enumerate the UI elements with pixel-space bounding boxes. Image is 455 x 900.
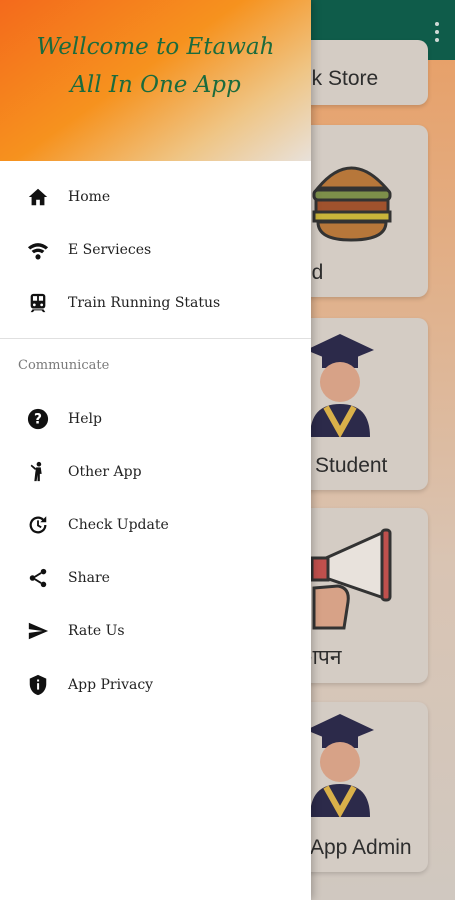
navigation-drawer: Wellcome to Etawah All In One App Home E… (0, 0, 311, 900)
menu-item-rate-us[interactable]: Rate Us (0, 605, 311, 657)
card-label: ok Store (300, 67, 379, 90)
send-icon (26, 619, 50, 643)
wifi-icon (26, 238, 50, 262)
share-icon (26, 566, 50, 590)
menu-item-help[interactable]: ? Help (0, 393, 311, 445)
menu-item-label: Home (68, 189, 111, 205)
train-icon (26, 291, 50, 315)
section-label-communicate: Communicate (18, 358, 110, 373)
menu-item-label: Train Running Status (68, 295, 221, 311)
drawer-title-line-1: Wellcome to Etawah (36, 34, 275, 60)
menu-item-label: Check Update (68, 517, 169, 533)
admin-icon (306, 714, 374, 817)
divider (0, 338, 311, 339)
shield-icon (26, 673, 50, 697)
card-label: App Admin (310, 836, 412, 859)
menu-item-label: Help (68, 411, 102, 427)
menu-item-train-status[interactable]: Train Running Status (0, 277, 311, 329)
person-icon (26, 460, 50, 484)
svg-text:?: ? (34, 412, 42, 428)
menu-item-label: E Servieces (68, 242, 152, 258)
update-icon (26, 513, 50, 537)
home-icon (26, 185, 50, 209)
menu-item-app-privacy[interactable]: App Privacy (0, 659, 311, 711)
megaphone-icon (310, 528, 392, 630)
menu-item-other-app[interactable]: Other App (0, 446, 311, 498)
menu-item-label: Share (68, 570, 110, 586)
menu-item-e-services[interactable]: E Servieces (0, 224, 311, 276)
menu-item-label: Rate Us (68, 623, 125, 639)
student-icon (306, 334, 374, 437)
card-label: Student (315, 454, 388, 477)
drawer-title: Wellcome to Etawah All In One App (0, 28, 311, 104)
menu-item-check-update[interactable]: Check Update (0, 499, 311, 551)
help-icon: ? (26, 407, 50, 431)
menu-item-label: Other App (68, 464, 142, 480)
drawer-title-line-2: All In One App (70, 72, 241, 98)
menu-item-share[interactable]: Share (0, 552, 311, 604)
menu-item-home[interactable]: Home (0, 171, 311, 223)
drawer-header: Wellcome to Etawah All In One App (0, 0, 311, 161)
overflow-menu-icon[interactable] (435, 22, 441, 42)
menu-item-label: App Privacy (68, 677, 154, 693)
burger-icon (312, 166, 392, 242)
